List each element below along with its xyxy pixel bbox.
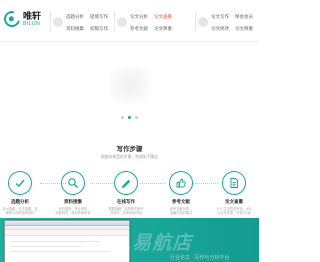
step-title: 资料搜集 [64,199,82,204]
carousel-dot[interactable] [135,116,138,119]
pen-icon [121,179,131,189]
nav-group-3: 论文写作 保会会员 论文修改 论文降重 [211,14,253,32]
nav-item[interactable]: 保会会员 [235,14,253,20]
nav-divider [195,12,196,32]
nav-item[interactable]: 初稿写作 [90,26,108,32]
step-desc: 参考文献列表， 准确引用的格式 [161,207,201,216]
hero-carousel[interactable] [0,43,259,125]
step-desc: 10个主流查重系统，400 元文本查重，只需1分钟 [214,207,254,216]
step-item[interactable]: 参考文献 参考文献列表， 准确引用的格式 [161,171,201,216]
nav-item[interactable]: 论文修改 [211,26,229,32]
doc-icon [230,178,238,188]
nav-item[interactable]: 论文写作 [211,14,229,20]
nav-divider [114,12,115,32]
step-item[interactable]: 选题分析 针对选题，论文选题，见 解析行内的参考资料 [0,171,40,216]
logo[interactable]: 唯轩 BILUN [1,8,42,30]
search-icon [68,178,78,188]
nav-group-icon [198,17,208,27]
step-desc: 资料搜索，专业资料 收集相关，最好的参考资 [53,207,93,216]
step-desc: 根据提纲，结构等不断写 在线写，参考资料内容 [106,207,146,216]
step-item[interactable]: 资料搜集 资料搜索，专业资料 收集相关，最好的参考资 [53,171,93,216]
step-circle [169,171,193,195]
logo-subname: BILUN [23,20,41,27]
nav-divider [50,12,51,32]
nav-item[interactable]: 论文降重 [154,26,172,32]
nav-item[interactable]: 资料搜集 [66,26,84,32]
step-title: 在线写作 [117,199,135,204]
step-title: 论文查重 [225,199,243,204]
check-icon [15,179,25,187]
logo-text: 唯轩 BILUN [23,10,42,27]
step-desc: 针对选题，论文选题，见 解析行内的参考资料 [0,207,40,216]
carousel-dot[interactable] [121,116,124,119]
carousel-dots [121,116,138,119]
nav-item[interactable]: 提纲写作 [90,14,108,20]
nav-group-icon [117,17,127,27]
page: 唯轩 BILUN 选题分析 提纲写作 资料搜集 初稿写作 论文分析 论文查重 参… [0,0,259,262]
step-circle [114,171,138,195]
step-desc-line: 收集相关，最好的参考资 [55,211,91,216]
watermark-text: 0101易航店 [86,233,193,254]
nav-item[interactable]: 参考文献 [130,26,148,32]
step-desc-line: 元文本查重，只需1分钟 [217,211,251,216]
logo-mark-icon [1,8,23,30]
nav-item[interactable]: 论文分析 [130,14,148,20]
step-desc-line: 准确引用的格式 [169,211,193,216]
text-line [11,246,81,247]
step-circle [61,171,85,195]
nav-group-1: 选题分析 提纲写作 资料搜集 初稿写作 [66,14,108,32]
nav-item[interactable]: 论文降重 [235,26,253,32]
hero-image [110,67,150,103]
watermark-subtext: 行业论文 · 写作与分析平台 [170,255,230,261]
carousel-dot-active[interactable] [128,116,131,119]
thumb-up-icon [176,178,186,188]
logo-name: 唯轩 [23,10,42,21]
site-header: 唯轩 BILUN 选题分析 提纲写作 资料搜集 初稿写作 论文分析 论文查重 参… [0,0,259,42]
nav-item[interactable]: 选题分析 [66,14,84,20]
nav-item-active[interactable]: 论文查重 [154,14,172,20]
nav-group-icon [53,17,63,27]
step-title: 参考文献 [172,199,190,204]
step-item[interactable]: 论文查重 10个主流查重系统，400 元文本查重，只需1分钟 [214,171,254,216]
step-desc-line: 解析行内的参考资料 [5,211,35,216]
step-item[interactable]: 在线写作 根据提纲，结构等不断写 在线写，参考资料内容 [106,171,146,216]
nav-group-2: 论文分析 论文查重 参考文献 论文降重 [130,14,172,32]
promo-banner: 0101易航店 行业论文 · 写作与分析平台 [0,218,259,262]
step-title: 选题分析 [11,199,29,204]
step-desc-line: 在线写，参考资料内容 [110,211,142,216]
section-subtitle: 根据本规范的步骤，完成如下建议 [101,155,158,159]
section-title: 写作步骤 [116,146,143,153]
step-circle [8,171,32,195]
step-circle [222,171,246,195]
